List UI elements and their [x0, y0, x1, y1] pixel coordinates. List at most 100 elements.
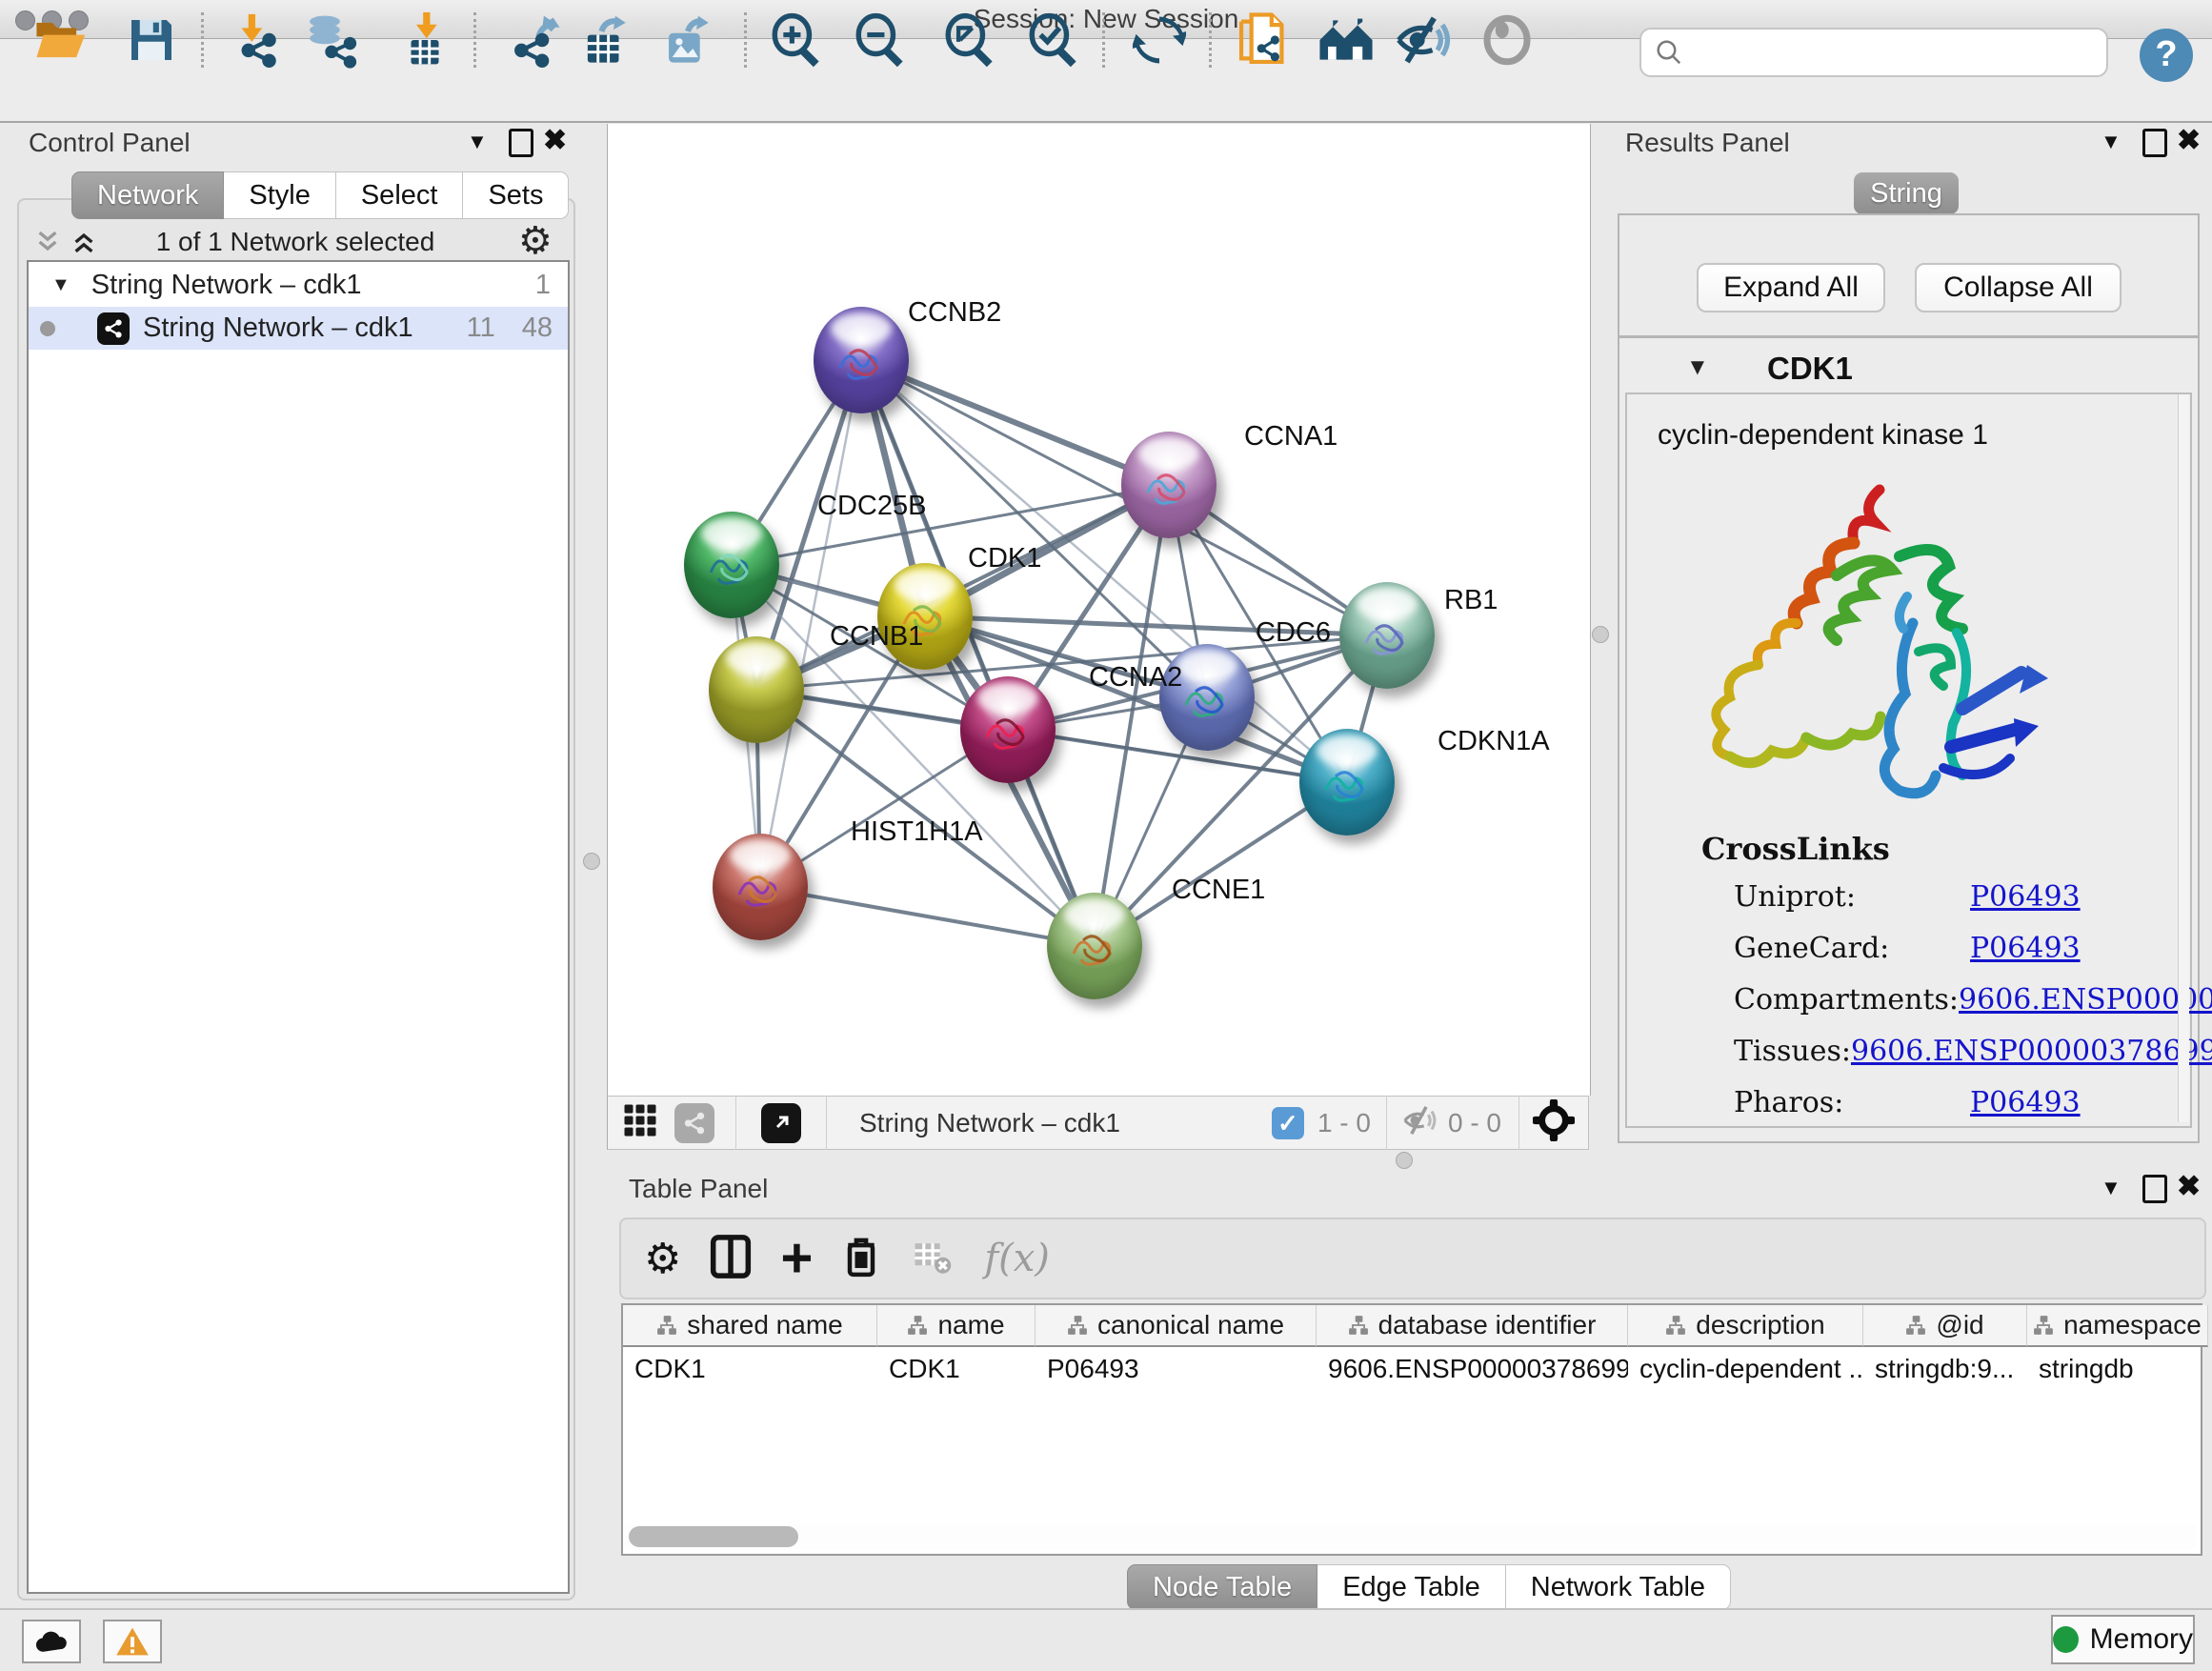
network-view-canvas[interactable]: CCNB2CCNA1CDC25BCDK1CDC6RB1CCNB1CCNA2CDK… [607, 124, 1591, 1096]
control-panel-close-icon[interactable]: ✖ [543, 130, 567, 152]
collapse-all-networks-icon[interactable] [34, 229, 61, 260]
expand-all-networks-icon[interactable] [70, 229, 97, 260]
zoom-out-icon[interactable] [849, 10, 910, 70]
right-splitter-handle[interactable] [1592, 626, 1609, 643]
tab-node-table[interactable]: Node Table [1127, 1564, 1317, 1610]
import-network-database-icon[interactable] [301, 10, 362, 70]
zoom-in-icon[interactable] [765, 10, 826, 70]
column-header-name[interactable]: name [877, 1305, 1036, 1347]
column-header-description[interactable]: description [1628, 1305, 1863, 1347]
crosshair-icon[interactable] [1533, 1099, 1575, 1146]
tab-network-table[interactable]: Network Table [1506, 1564, 1731, 1610]
tab-string[interactable]: String [1854, 172, 1959, 214]
function-builder-icon[interactable]: f(x) [984, 1237, 1050, 1280]
warning-button[interactable] [103, 1620, 162, 1663]
network-node-cdkn1a[interactable] [1299, 729, 1395, 836]
apply-layout-icon[interactable] [1129, 10, 1190, 70]
tab-sets[interactable]: Sets [463, 171, 569, 219]
home-string-icon[interactable] [1316, 10, 1377, 70]
table-cell[interactable]: stringdb [2027, 1349, 2208, 1389]
column-header-database-identifier[interactable]: database identifier [1317, 1305, 1628, 1347]
import-table-icon[interactable] [394, 10, 455, 70]
help-button[interactable]: ? [2140, 29, 2193, 82]
delete-table-icon[interactable] [914, 1238, 952, 1280]
collapse-all-button[interactable]: Collapse All [1915, 263, 2122, 312]
table-cell[interactable]: CDK1 [623, 1349, 877, 1389]
memory-button[interactable]: Memory [2051, 1615, 2195, 1664]
table-settings-gear-icon[interactable]: ⚙ [644, 1235, 681, 1283]
tab-style[interactable]: Style [224, 171, 335, 219]
export-network-icon[interactable] [503, 10, 564, 70]
show-columns-icon[interactable] [710, 1234, 752, 1284]
results-scrollbar[interactable] [2178, 394, 2189, 1122]
crosslink-link[interactable]: 9606.ENSP00000378699 [1851, 1035, 2212, 1068]
selected-checkbox[interactable]: ✓ [1272, 1107, 1304, 1139]
table-cell[interactable]: CDK1 [877, 1349, 1036, 1389]
show-all-eye-icon[interactable] [1477, 10, 1538, 70]
column-header-namespace[interactable]: namespace [2027, 1305, 2208, 1347]
table-cell[interactable]: cyclin-dependent ... [1628, 1349, 1863, 1389]
table-panel-float-icon[interactable] [2142, 1175, 2167, 1203]
crosslink-link[interactable]: P06493 [1970, 932, 2081, 965]
import-network-file-icon[interactable] [225, 10, 286, 70]
cdk1-expand-icon[interactable]: ▼ [1686, 354, 1709, 381]
network-node-cdc25b[interactable] [684, 512, 779, 618]
left-splitter-handle[interactable] [583, 853, 600, 870]
open-in-window-icon[interactable] [761, 1103, 801, 1143]
toolbar-separator [1102, 12, 1105, 68]
network-node-cdc6[interactable] [1159, 644, 1255, 751]
tab-edge-table[interactable]: Edge Table [1317, 1564, 1506, 1610]
network-view-icon[interactable] [674, 1103, 714, 1143]
table-panel-close-icon[interactable]: ✖ [2177, 1176, 2201, 1198]
table-hscrollbar[interactable] [624, 1524, 2196, 1549]
network-node-ccna1[interactable] [1121, 432, 1217, 538]
crosslink-link[interactable]: 9606.ENSP00000378699 [1959, 983, 2212, 1017]
network-row-selected[interactable]: String Network – cdk1 11 48 [29, 307, 568, 350]
results-panel-float-icon[interactable] [2142, 129, 2167, 157]
network-node-cdk1[interactable] [877, 563, 973, 670]
expand-all-button[interactable]: Expand All [1697, 263, 1885, 312]
first-neighbors-icon[interactable] [1233, 10, 1294, 70]
warning-icon [115, 1626, 150, 1657]
add-column-icon[interactable]: + [780, 1239, 813, 1278]
table-cell[interactable]: 9606.ENSP00000378699 [1317, 1349, 1628, 1389]
export-image-icon[interactable] [657, 10, 718, 70]
network-node-ccne1[interactable] [1047, 893, 1142, 999]
network-node-ccna2[interactable] [960, 676, 1056, 783]
column-header-shared-name[interactable]: shared name [623, 1305, 877, 1347]
network-collection-row[interactable]: ▼ String Network – cdk1 1 [29, 264, 568, 307]
crosslink-label: Tissues: [1734, 1035, 1851, 1068]
network-node-ccnb1[interactable] [709, 636, 804, 743]
column-header-canonical-name[interactable]: canonical name [1036, 1305, 1317, 1347]
network-options-gear-icon[interactable]: ⚙ [518, 219, 553, 263]
hide-selected-eye-icon[interactable] [1392, 10, 1453, 70]
crosslink-link[interactable]: P06493 [1970, 1086, 2081, 1119]
bottom-splitter-handle[interactable] [1396, 1152, 1413, 1169]
search-input[interactable] [1639, 28, 2108, 77]
results-panel-menu-icon[interactable]: ▼ [2101, 130, 2122, 154]
zoom-fit-icon[interactable] [938, 10, 999, 70]
column-header--id[interactable]: @id [1863, 1305, 2027, 1347]
export-table-icon[interactable] [574, 10, 635, 70]
network-node-rb1[interactable] [1339, 582, 1435, 689]
table-panel-menu-icon[interactable]: ▼ [2101, 1176, 2122, 1200]
open-session-icon[interactable] [29, 10, 90, 70]
node-table[interactable]: shared namenamecanonical namedatabase id… [621, 1303, 2202, 1556]
cloud-button[interactable] [22, 1620, 81, 1663]
network-node-ccnb2[interactable] [814, 307, 909, 413]
delete-column-icon[interactable] [841, 1234, 881, 1284]
table-hscrollbar-thumb[interactable] [629, 1526, 798, 1547]
save-session-icon[interactable] [121, 10, 182, 70]
table-cell[interactable]: P06493 [1036, 1349, 1317, 1389]
results-panel-close-icon[interactable]: ✖ [2177, 130, 2201, 152]
collection-expand-icon[interactable]: ▼ [51, 274, 70, 296]
grid-view-icon[interactable] [623, 1103, 657, 1142]
crosslink-link[interactable]: P06493 [1970, 880, 2081, 914]
zoom-selected-icon[interactable] [1022, 10, 1083, 70]
table-cell[interactable]: stringdb:9... [1863, 1349, 2027, 1389]
network-node-hist1h1a[interactable] [713, 834, 808, 940]
tab-network[interactable]: Network [71, 171, 224, 219]
tab-select[interactable]: Select [336, 171, 464, 219]
control-panel-float-icon[interactable] [509, 129, 533, 157]
control-panel-menu-icon[interactable]: ▼ [467, 130, 488, 154]
